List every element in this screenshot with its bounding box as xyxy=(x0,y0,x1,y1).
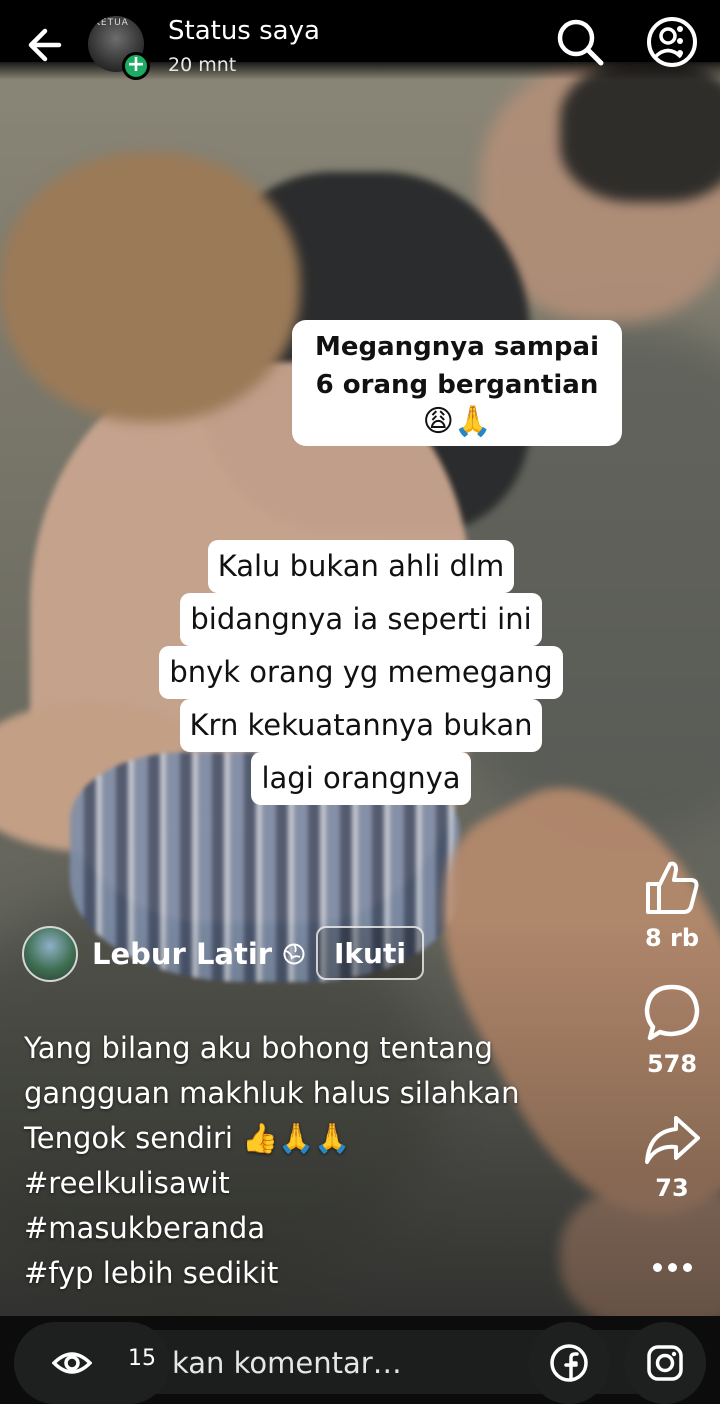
sticker-line: bnyk orang yg memegang xyxy=(159,646,563,699)
add-status-badge[interactable]: + xyxy=(122,52,150,80)
share-to-facebook-button[interactable] xyxy=(528,1322,610,1404)
share-count: 73 xyxy=(655,1174,689,1202)
status-timestamp: 20 mnt xyxy=(168,54,237,76)
views-button[interactable]: 15 xyxy=(14,1322,170,1404)
more-options-icon xyxy=(647,17,697,67)
facebook-icon xyxy=(550,1344,588,1382)
sticker-line: lagi orangnya xyxy=(251,752,471,805)
sticker-line: Krn kekuatannya bukan xyxy=(179,699,543,752)
globe-icon xyxy=(283,943,305,965)
arrow-left-icon xyxy=(28,28,62,62)
comment-placeholder[interactable]: kan komentar… xyxy=(172,1346,402,1380)
sticker-emoji: 😩🙏 xyxy=(422,404,492,439)
comment-bubble-icon xyxy=(644,984,700,1041)
avatar-label: KETUA xyxy=(94,18,129,28)
sticker-line: Megangnya sampai xyxy=(314,332,600,362)
thumbs-up-icon xyxy=(646,861,699,914)
instagram-icon xyxy=(647,1345,683,1381)
sticker-line: Kalu bukan ahli dlm xyxy=(207,540,515,593)
share-button[interactable]: 73 xyxy=(630,1112,714,1202)
text-sticker-middle: Kalu bukan ahli dlm bidangnya ia seperti… xyxy=(140,540,582,805)
sticker-line: 6 orang bergantian xyxy=(315,370,599,400)
dot xyxy=(652,1262,662,1272)
search-button[interactable] xyxy=(554,16,606,68)
views-count: 15 xyxy=(128,1346,156,1371)
reel-caption[interactable]: Yang bilang aku bohong tentang gangguan … xyxy=(24,1026,584,1296)
dot xyxy=(682,1262,692,1272)
reel-more-button[interactable] xyxy=(648,1252,696,1282)
sticker-line: bidangnya ia seperti ini xyxy=(180,593,542,646)
back-button[interactable] xyxy=(18,20,68,70)
hashtag-link[interactable]: #masukberanda xyxy=(24,1206,584,1251)
comment-count: 578 xyxy=(646,1050,698,1078)
more-options-button[interactable] xyxy=(644,14,700,70)
hashtag-link[interactable]: #reelkulisawit xyxy=(24,1161,584,1206)
comment-button[interactable]: 578 xyxy=(630,982,714,1078)
reel-author[interactable]: Lebur Latir xyxy=(22,925,306,983)
author-name[interactable]: Lebur Latir xyxy=(92,937,272,971)
my-status-avatar[interactable]: KETUA + xyxy=(88,16,150,80)
eye-icon xyxy=(52,1352,92,1374)
video-shape xyxy=(560,62,720,202)
follow-button[interactable]: Ikuti xyxy=(316,926,424,980)
caption-line[interactable]: #fyp lebih sedikit xyxy=(24,1251,584,1296)
share-arrow-icon xyxy=(645,1116,700,1164)
search-icon xyxy=(557,19,604,66)
dot xyxy=(667,1262,677,1272)
author-avatar[interactable] xyxy=(22,926,78,982)
caption-line: gangguan makhluk halus silahkan xyxy=(24,1076,520,1110)
status-header: KETUA + Status saya 20 mnt xyxy=(0,0,720,80)
status-title: Status saya xyxy=(168,16,320,46)
video-shape xyxy=(0,152,300,422)
text-sticker-top: Megangnya sampai 6 orang bergantian 😩🙏 xyxy=(292,320,622,446)
caption-line: Tengok sendiri 👍🙏🙏 xyxy=(24,1121,351,1155)
like-button[interactable]: 8 rb xyxy=(630,856,714,952)
like-count: 8 rb xyxy=(644,924,700,952)
caption-line: Yang bilang aku bohong tentang xyxy=(24,1031,493,1065)
share-to-instagram-button[interactable] xyxy=(624,1322,706,1404)
